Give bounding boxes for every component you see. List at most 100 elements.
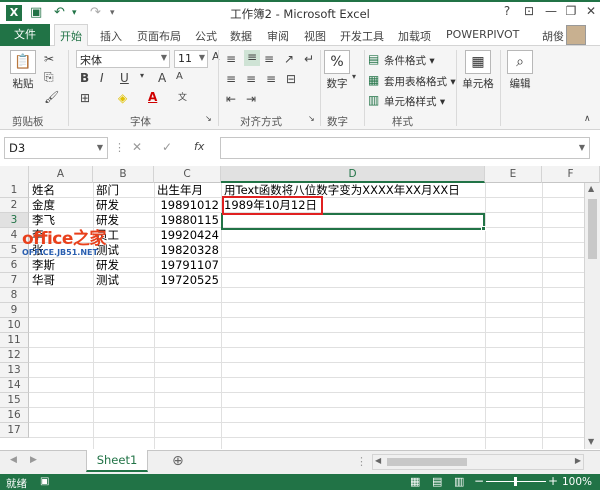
tab-page-layout[interactable]: 页面布局 xyxy=(137,28,181,44)
row-header[interactable]: 17 xyxy=(0,423,29,438)
enter-icon[interactable]: ✓ xyxy=(162,140,172,154)
row-header[interactable]: 16 xyxy=(0,408,29,423)
name-box[interactable]: D3 ▼ xyxy=(4,137,108,159)
page-break-view-icon[interactable]: ▥ xyxy=(454,475,464,488)
tab-powerpivot[interactable]: POWERPIVOT xyxy=(446,28,519,41)
editing-button[interactable]: ⌕ 编辑 xyxy=(504,50,536,91)
row-header[interactable]: 1 xyxy=(0,183,29,198)
scroll-right-icon[interactable]: ▶ xyxy=(575,456,581,465)
align-left-icon[interactable]: ≡ xyxy=(226,72,236,86)
cells-button[interactable]: ▦ 单元格 xyxy=(458,50,498,91)
zoom-slider-thumb[interactable] xyxy=(514,477,517,486)
column-header-b[interactable]: B xyxy=(93,166,154,183)
restore-button[interactable]: ❐ xyxy=(560,4,582,18)
scrollbar-thumb[interactable] xyxy=(588,199,597,259)
format-as-table-button[interactable]: 套用表格格式 ▾ xyxy=(384,74,456,89)
active-cell-d3[interactable] xyxy=(221,213,485,230)
conditional-format-button[interactable]: 条件格式 ▾ xyxy=(384,53,435,68)
minimize-button[interactable]: — xyxy=(540,4,562,18)
insert-function-button[interactable]: fx xyxy=(194,140,204,153)
cell-c5[interactable]: 19820328 xyxy=(154,243,221,258)
font-size-combo[interactable]: 11 ▼ xyxy=(174,50,208,68)
scroll-down-icon[interactable]: ▼ xyxy=(588,437,594,446)
user-name[interactable]: 胡俊 xyxy=(542,28,564,44)
font-name-combo[interactable]: 宋体 ▼ xyxy=(76,50,170,68)
collapse-ribbon-icon[interactable]: ∧ xyxy=(584,114,591,124)
cell-a1[interactable]: 姓名 xyxy=(32,183,55,198)
row-header[interactable]: 9 xyxy=(0,303,29,318)
borders-icon[interactable]: ⊞ xyxy=(80,91,90,105)
ribbon-display-icon[interactable]: ⊡ xyxy=(518,4,540,18)
vertical-scrollbar[interactable]: ▲ ▼ xyxy=(584,183,600,449)
next-sheet-icon[interactable]: ▶ xyxy=(30,455,37,465)
column-header-e[interactable]: E xyxy=(485,166,542,183)
row-header[interactable]: 14 xyxy=(0,378,29,393)
cell-c4[interactable]: 19920424 xyxy=(154,228,221,243)
number-format-button[interactable]: % 数字 xyxy=(324,50,350,91)
paste-button[interactable]: 📋 粘贴 xyxy=(6,50,40,91)
horizontal-scrollbar[interactable]: ◀ ▶ xyxy=(372,454,584,470)
cell-c2[interactable]: 19891012 xyxy=(154,198,221,213)
tab-insert[interactable]: 插入 xyxy=(100,28,122,44)
row-header[interactable]: 10 xyxy=(0,318,29,333)
tab-developer[interactable]: 开发工具 xyxy=(340,28,384,44)
file-tab[interactable]: 文件 xyxy=(0,24,50,46)
scroll-left-icon[interactable]: ◀ xyxy=(375,456,381,465)
underline-icon[interactable]: U xyxy=(120,71,129,85)
sheet-tab-sheet1[interactable]: Sheet1 xyxy=(86,450,148,472)
align-right-icon[interactable]: ≡ xyxy=(266,72,276,86)
select-all-corner[interactable] xyxy=(0,166,29,183)
macro-record-icon[interactable]: ▣ xyxy=(40,476,49,487)
tab-view[interactable]: 视图 xyxy=(304,28,326,44)
font-dialog-launcher-icon[interactable]: ↘ xyxy=(205,114,212,123)
close-button[interactable]: ✕ xyxy=(580,4,600,18)
cell-b2[interactable]: 研发 xyxy=(96,198,119,213)
align-center-icon[interactable]: ≡ xyxy=(246,72,256,86)
tab-formulas[interactable]: 公式 xyxy=(195,28,217,44)
row-header[interactable]: 7 xyxy=(0,273,29,288)
wrap-text-icon[interactable]: ↵ xyxy=(304,52,314,66)
row-header[interactable]: 3 xyxy=(0,213,29,228)
alignment-dialog-launcher-icon[interactable]: ↘ xyxy=(308,114,315,123)
normal-view-icon[interactable]: ▦ xyxy=(410,475,420,488)
cancel-icon[interactable]: ✕ xyxy=(132,140,142,154)
cut-icon[interactable]: ✂ xyxy=(44,52,54,66)
zoom-level[interactable]: 100% xyxy=(562,476,592,488)
decrease-indent-icon[interactable]: ⇤ xyxy=(226,92,236,106)
formula-input[interactable]: ▼ xyxy=(220,137,590,159)
italic-icon[interactable]: I xyxy=(100,71,104,85)
bold-icon[interactable]: B xyxy=(80,71,89,85)
column-header-f[interactable]: F xyxy=(542,166,600,183)
cell-a3[interactable]: 李飞 xyxy=(32,213,55,228)
row-header[interactable]: 8 xyxy=(0,288,29,303)
row-header[interactable]: 11 xyxy=(0,333,29,348)
row-header[interactable]: 13 xyxy=(0,363,29,378)
tab-splitter-icon[interactable]: ⋮ xyxy=(356,455,367,468)
phonetic-icon[interactable]: 文 xyxy=(178,90,187,103)
zoom-in-button[interactable]: + xyxy=(548,474,558,488)
row-header[interactable]: 15 xyxy=(0,393,29,408)
align-bottom-icon[interactable]: ≡ xyxy=(264,52,274,66)
orientation-icon[interactable]: ↗ xyxy=(284,52,294,66)
help-button[interactable]: ? xyxy=(496,4,518,18)
cell-a2[interactable]: 金度 xyxy=(32,198,55,213)
column-header-d[interactable]: D xyxy=(221,166,485,183)
merge-center-icon[interactable]: ⊟ xyxy=(286,72,296,86)
cell-b1[interactable]: 部门 xyxy=(96,183,119,198)
new-sheet-button[interactable]: ⊕ xyxy=(172,453,184,469)
format-painter-icon[interactable]: 🖌 xyxy=(44,90,59,104)
align-top-icon[interactable]: ≡ xyxy=(226,52,236,66)
scroll-up-icon[interactable]: ▲ xyxy=(588,184,594,193)
column-header-a[interactable]: A xyxy=(29,166,93,183)
align-middle-icon[interactable]: ≡ xyxy=(244,50,260,66)
cell-styles-button[interactable]: 单元格样式 ▾ xyxy=(384,94,445,109)
prev-sheet-icon[interactable]: ◀ xyxy=(10,455,17,465)
cell-b7[interactable]: 测试 xyxy=(96,273,119,288)
tab-addins[interactable]: 加载项 xyxy=(398,28,431,44)
cell-c7[interactable]: 19720525 xyxy=(154,273,221,288)
cell-c1[interactable]: 出生年月 xyxy=(157,183,203,198)
column-header-c[interactable]: C xyxy=(154,166,221,183)
avatar[interactable] xyxy=(566,25,586,45)
page-layout-view-icon[interactable]: ▤ xyxy=(432,475,442,488)
hscroll-thumb[interactable] xyxy=(387,458,467,466)
